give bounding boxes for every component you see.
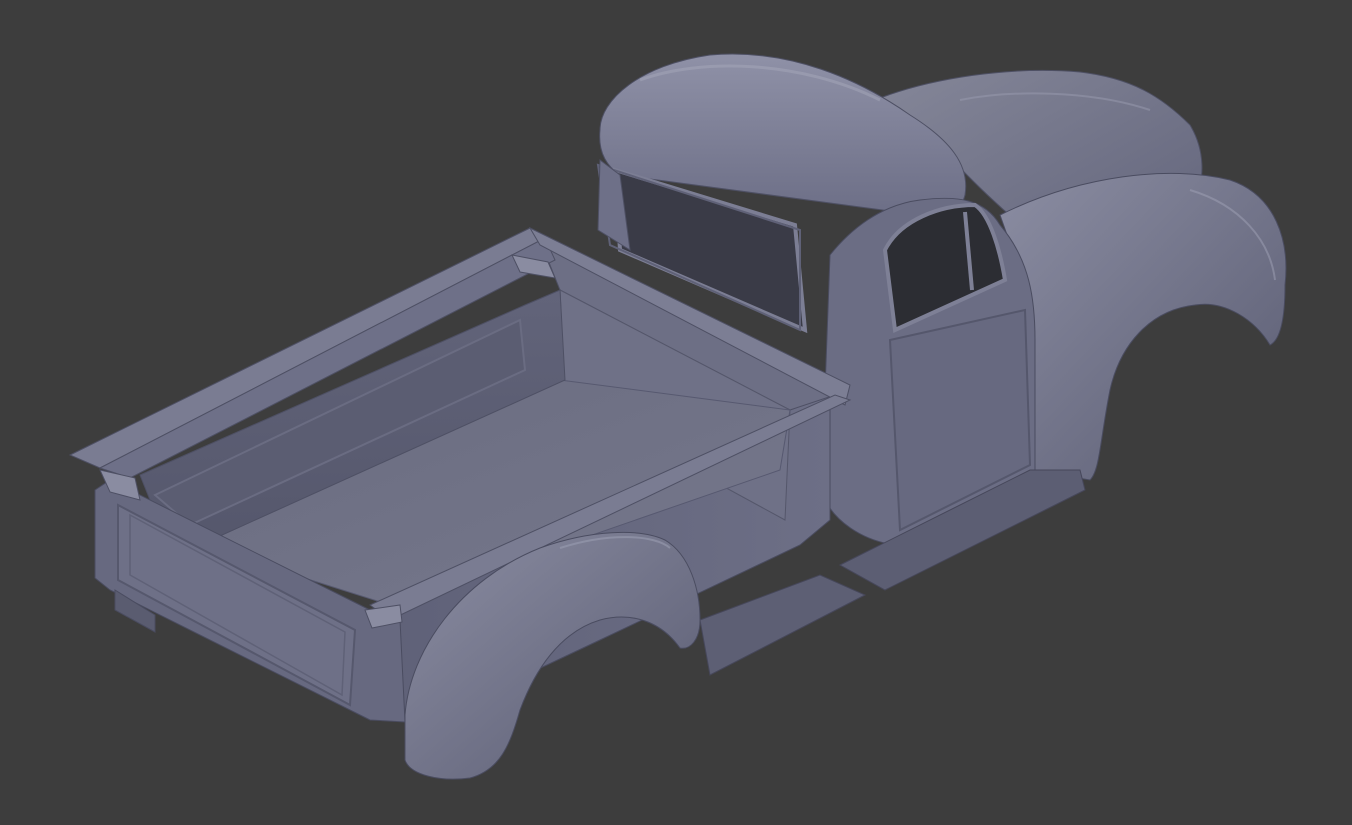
3d-viewport[interactable]	[0, 0, 1352, 825]
pickup-truck-model[interactable]	[0, 0, 1352, 825]
running-board-rear	[699, 574, 867, 676]
